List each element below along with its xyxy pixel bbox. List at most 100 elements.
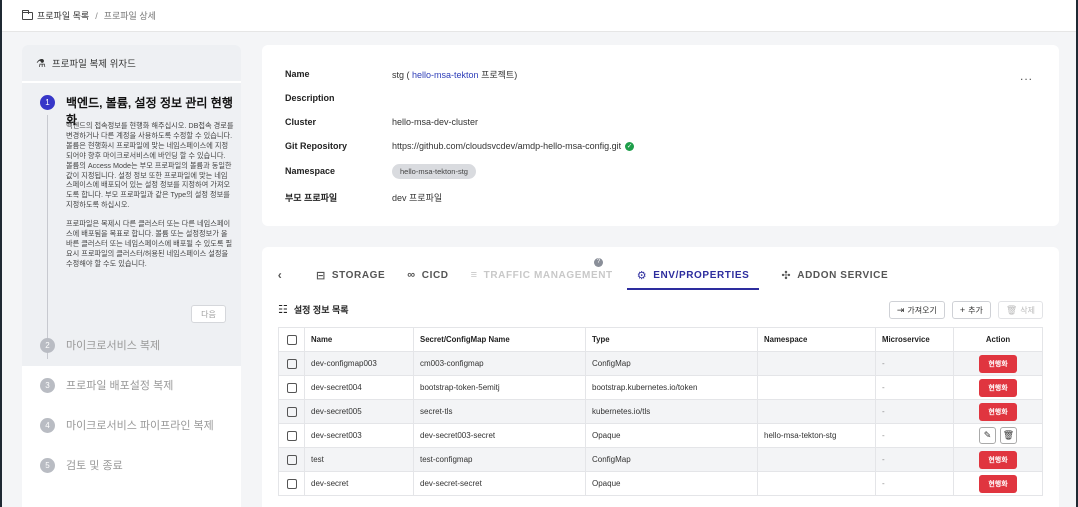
cell-name: dev-configmap003 bbox=[304, 351, 414, 376]
tab-cicd[interactable]: ∞ CICD bbox=[407, 262, 448, 288]
tab-label: ENV/PROPERTIES bbox=[653, 269, 750, 281]
more-options-icon[interactable]: ... bbox=[1020, 69, 1033, 83]
tab-addon-service[interactable]: ✣ ADDON SERVICE bbox=[781, 262, 888, 288]
cell-name: test bbox=[304, 447, 414, 472]
table-row: test test-configmap ConfigMap - 현행화 bbox=[278, 447, 1043, 472]
next-button[interactable]: 다음 bbox=[191, 305, 226, 323]
edit-icon[interactable]: ✎ bbox=[979, 427, 996, 444]
info-row-git: Git Repository https://github.com/clouds… bbox=[285, 139, 635, 153]
step-label: 검토 및 종료 bbox=[66, 460, 123, 472]
cell-type: kubernetes.io/tls bbox=[585, 399, 758, 424]
step-number: 2 bbox=[40, 337, 55, 353]
step-number: 5 bbox=[40, 457, 55, 473]
cell-namespace bbox=[757, 351, 876, 376]
cell-microservice: - bbox=[875, 351, 954, 376]
project-link[interactable]: hello-msa-tekton bbox=[412, 70, 479, 80]
step-description-2: 프로파일은 복제시 다른 클러스터 또는 다른 네임스페이스에 배포됨을 목표로… bbox=[66, 219, 233, 268]
step-label: 마이크로서비스 파이프라인 복제 bbox=[66, 420, 214, 432]
tab-storage[interactable]: ⊟ STORAGE bbox=[316, 262, 385, 288]
plus-icon: + bbox=[959, 305, 966, 315]
refresh-button[interactable]: 현행화 bbox=[979, 402, 1017, 421]
info-row-name: Name stg ( hello-msa-tekton 프로젝트) bbox=[285, 67, 517, 81]
cell-action: 현행화 bbox=[953, 399, 1043, 424]
table-row: dev-secret005 secret-tls kubernetes.io/t… bbox=[278, 399, 1043, 424]
row-checkbox[interactable] bbox=[286, 454, 297, 465]
parent-profile-link[interactable]: dev 프로파일 bbox=[392, 191, 442, 204]
gear-icon: ⚙ bbox=[636, 269, 648, 282]
tab-env-properties[interactable]: ⚙ ENV/PROPERTIES bbox=[626, 262, 760, 290]
select-all-checkbox[interactable] bbox=[286, 334, 297, 345]
magic-wand-icon: ⚗ bbox=[36, 57, 46, 70]
refresh-button[interactable]: 현행화 bbox=[979, 450, 1017, 469]
info-label: Name bbox=[285, 69, 310, 79]
wizard-step-3[interactable]: 3 프로파일 배포설정 복제 bbox=[40, 377, 173, 393]
git-repo-link[interactable]: https://github.com/cloudsvcdev/amdp-hell… bbox=[392, 141, 621, 151]
cell-microservice: - bbox=[875, 375, 954, 400]
cell-namespace bbox=[757, 447, 876, 472]
cell-name: dev-secret bbox=[304, 471, 414, 496]
cell-microservice: - bbox=[875, 471, 954, 496]
cell-action: 현행화 bbox=[953, 375, 1043, 400]
row-checkbox[interactable] bbox=[286, 406, 297, 417]
tab-traffic-management[interactable]: ≡ TRAFFIC MANAGEMENT bbox=[471, 262, 613, 288]
clone-wizard: ⚗ 프로파일 복제 위자드 1 백엔드, 볼륨, 설정 정보 관리 현행화 백엔… bbox=[22, 45, 241, 507]
cluster-value: hello-msa-dev-cluster bbox=[392, 117, 479, 127]
cell-secret: secret-tls bbox=[413, 399, 586, 424]
cell-type: ConfigMap bbox=[585, 351, 758, 376]
cell-name: dev-secret005 bbox=[304, 399, 414, 424]
trash-icon[interactable]: 🗑 bbox=[1000, 427, 1017, 444]
refresh-button[interactable]: 현행화 bbox=[979, 354, 1017, 373]
cell-secret: cm003-configmap bbox=[413, 351, 586, 376]
step-number: 1 bbox=[40, 95, 55, 110]
info-label: Git Repository bbox=[285, 141, 348, 151]
row-checkbox[interactable] bbox=[286, 382, 297, 393]
row-select-cell bbox=[278, 447, 305, 472]
refresh-button[interactable]: 현행화 bbox=[979, 378, 1017, 397]
info-value: stg ( hello-msa-tekton 프로젝트) bbox=[392, 68, 517, 81]
profile-info-card: ... Name stg ( hello-msa-tekton 프로젝트) De… bbox=[262, 45, 1059, 226]
info-row-namespace: Namespace hello-msa-tekton-stg bbox=[285, 163, 476, 179]
row-checkbox[interactable] bbox=[286, 430, 297, 441]
cell-microservice: - bbox=[875, 423, 954, 448]
table-row: dev-secret003 dev-secret003-secret Opaqu… bbox=[278, 423, 1043, 448]
cell-namespace bbox=[757, 375, 876, 400]
step-label: 프로파일 배포설정 복제 bbox=[66, 380, 174, 392]
tab-label: TRAFFIC MANAGEMENT bbox=[483, 269, 613, 281]
row-checkbox[interactable] bbox=[286, 358, 297, 369]
refresh-button[interactable]: 현행화 bbox=[979, 474, 1017, 493]
info-row-cluster: Cluster hello-msa-dev-cluster bbox=[285, 115, 478, 129]
row-checkbox[interactable] bbox=[286, 478, 297, 489]
puzzle-icon: ✣ bbox=[781, 269, 792, 282]
column-header: Action bbox=[953, 327, 1043, 352]
wizard-step-4[interactable]: 4 마이크로서비스 파이프라인 복제 bbox=[40, 417, 214, 433]
select-all-cell bbox=[278, 327, 305, 352]
trash-icon: 🗑 bbox=[1005, 304, 1018, 315]
tab-label: ADDON SERVICE bbox=[797, 269, 889, 281]
tab-prev-icon[interactable]: ‹ bbox=[262, 262, 298, 288]
traffic-icon: ≡ bbox=[470, 269, 478, 281]
breadcrumb-separator: / bbox=[95, 10, 98, 21]
cell-namespace bbox=[757, 471, 876, 496]
cell-namespace: hello-msa-tekton-stg bbox=[757, 423, 876, 448]
cell-action: 현행화 bbox=[953, 447, 1043, 472]
cell-namespace bbox=[757, 399, 876, 424]
cell-secret: bootstrap-token-5emitj bbox=[413, 375, 586, 400]
cell-secret: test-configmap bbox=[413, 447, 586, 472]
wizard-step-5[interactable]: 5 검토 및 종료 bbox=[40, 457, 123, 473]
row-select-cell bbox=[278, 375, 305, 400]
import-label: 가져오기 bbox=[907, 305, 937, 315]
check-circle-icon: ✓ bbox=[625, 141, 635, 151]
cell-action: 현행화 bbox=[953, 471, 1043, 496]
import-button[interactable]: ⇥ 가져오기 bbox=[888, 301, 945, 319]
infinity-icon: ∞ bbox=[407, 269, 416, 281]
add-button[interactable]: + 추가 bbox=[951, 301, 991, 319]
wizard-title: 프로파일 복제 위자드 bbox=[51, 59, 136, 70]
list-header: ☷ 설정 정보 목록 bbox=[278, 303, 349, 316]
help-icon[interactable]: ? bbox=[594, 258, 603, 267]
wizard-step-2[interactable]: 2 마이크로서비스 복제 bbox=[40, 337, 160, 353]
step-number: 4 bbox=[40, 417, 55, 433]
breadcrumb-root[interactable]: 프로파일 목록 bbox=[37, 9, 89, 22]
delete-button[interactable]: 🗑 삭제 bbox=[997, 301, 1043, 319]
wizard-header: ⚗ 프로파일 복제 위자드 bbox=[22, 45, 241, 81]
cell-name: dev-secret004 bbox=[304, 375, 414, 400]
